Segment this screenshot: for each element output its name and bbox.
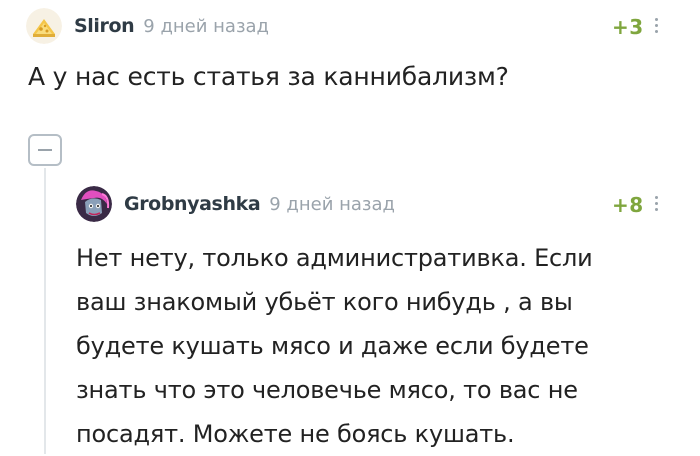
collapse-thread-button[interactable]: [28, 134, 62, 166]
comment-text-line: Нет нету, только административка. Если: [76, 244, 593, 272]
more-vertical-icon[interactable]: [653, 18, 659, 36]
minus-icon: [38, 149, 52, 151]
comment-time[interactable]: 9 дней назад: [143, 16, 269, 37]
comment-text-line: посадят. Можете не боясь кушать.: [76, 420, 515, 448]
comment-text-line: ваш знакомый убьёт кого нибудь , а вы: [76, 288, 573, 316]
more-vertical-icon[interactable]: [653, 196, 659, 214]
comment-rating: +8: [612, 193, 644, 217]
comment-text: Нет нету, только административка. Если в…: [76, 236, 676, 456]
avatar-grobnyashka[interactable]: [76, 186, 112, 222]
comment-text-line: знать что это человечье мясо, то вас не: [76, 376, 578, 404]
comment-2-header: Grobnyashka 9 дней назад: [76, 186, 395, 222]
comment-time[interactable]: 9 дней назад: [269, 194, 395, 215]
avatar-sliron[interactable]: [26, 8, 62, 44]
comment-text: А у нас есть статья за каннибализм?: [28, 62, 509, 91]
thread-line: [44, 168, 46, 454]
comment-rating: +3: [612, 15, 644, 39]
comment-author[interactable]: Grobnyashka: [124, 193, 261, 215]
comment-author[interactable]: Sliron: [74, 15, 135, 37]
comment-1-header: Sliron 9 дней назад: [26, 8, 269, 44]
comment-text-line: будете кушать мясо и даже если будете: [76, 332, 589, 360]
